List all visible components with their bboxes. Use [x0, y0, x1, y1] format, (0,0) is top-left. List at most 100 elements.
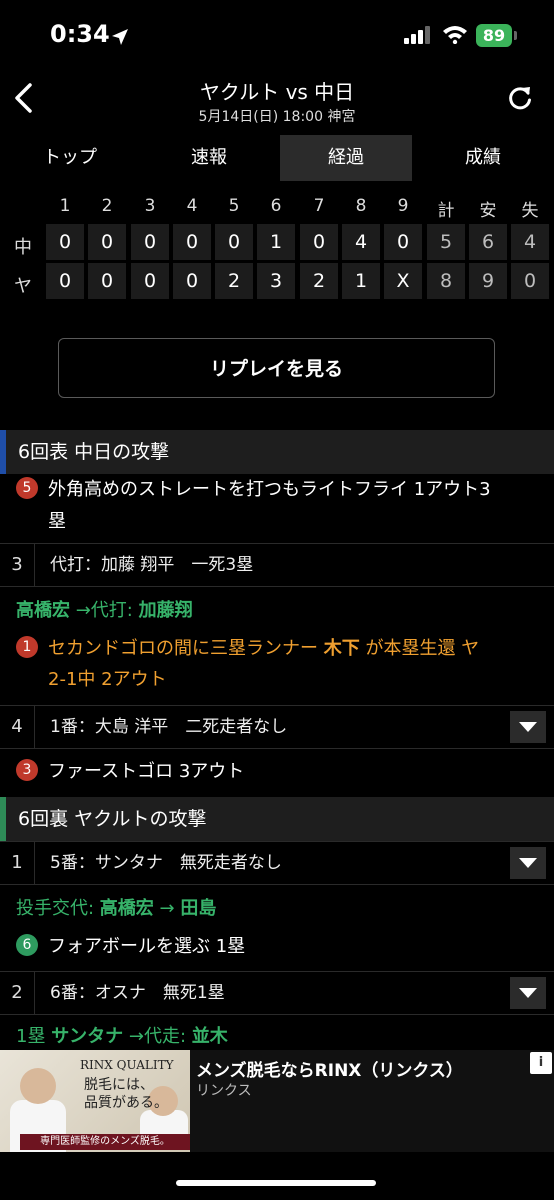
event-text: フォアボールを選ぶ 1塁 [48, 936, 246, 957]
at-bat-row[interactable]: 4 1番：大島 洋平 二死走者なし [0, 705, 554, 749]
pitcher-in: 田島 [180, 898, 217, 919]
total-hits-cell: 6 [469, 224, 507, 260]
score-cell: 0 [88, 263, 126, 299]
score-cell: 0 [46, 263, 84, 299]
event-text-continued: 塁 [48, 511, 66, 532]
runner-in: 並木 [191, 1026, 228, 1047]
sub-label: →代走: [123, 1026, 192, 1047]
inning-header: 8 [355, 196, 367, 216]
inning-header: 9 [397, 196, 409, 216]
score-cell: 1 [257, 224, 295, 260]
ad-info-icon[interactable]: i [530, 1052, 552, 1074]
score-cell: 0 [46, 224, 84, 260]
game-header: ヤクルト vs 中日 5月14日(日) 18:00 神宮 [0, 70, 554, 132]
event-text: が本塁生還 ヤ [359, 638, 480, 659]
battery-cap [514, 31, 517, 40]
hits-header: 安 [479, 201, 497, 221]
section-title: 6回表 中日の攻撃 [18, 441, 170, 463]
arrow-text: → [153, 898, 181, 919]
tab-top[interactable]: トップ [0, 135, 140, 181]
at-bat-text: 1番：大島 洋平 二死走者なし [50, 717, 288, 737]
at-bat-row[interactable]: 1 5番：サンタナ 無死走者なし [0, 841, 554, 885]
pitcher-out: 高橋宏 [99, 898, 154, 919]
score-cell: 0 [300, 224, 338, 260]
tab-live[interactable]: 速報 [140, 135, 278, 181]
status-time: 0:34 [50, 20, 110, 48]
event-text: 外角高めのストレートを打つもライトフライ 1アウト3 [48, 479, 491, 500]
tab-bar: トップ 速報 経過 成績 [0, 135, 554, 181]
pitch-count-badge: 6 [16, 934, 38, 956]
base-label: 1塁 [16, 1026, 52, 1047]
ad-copy-line: 脱毛には、 [84, 1077, 154, 1093]
play-event: 3 ファーストゴロ 3アウト [16, 756, 244, 788]
ad-brand-text: RINX QUALITY [80, 1058, 174, 1072]
out-count-badge: 1 [16, 636, 38, 658]
total-errors-cell: 0 [511, 263, 549, 299]
battery-level: 89 [476, 24, 512, 47]
at-bat-number: 3 [0, 544, 35, 586]
at-bat-text: 5番：サンタナ 無死走者なし [50, 853, 282, 873]
team-home: ヤ [14, 276, 32, 297]
ad-person-face [20, 1068, 56, 1104]
event-text: セカンドゴロの間に三塁ランナー [48, 638, 324, 659]
game-subtitle: 5月14日(日) 18:00 神宮 [198, 109, 356, 125]
ad-title[interactable]: メンズ脱毛ならRINX（リンクス） [196, 1056, 463, 1081]
at-bat-row[interactable]: 2 6番：オスナ 無死1塁 [0, 971, 554, 1015]
sub-label: →代打: [70, 600, 139, 621]
team-away: 中 [14, 237, 32, 258]
inning-header: 7 [313, 196, 325, 216]
score-cell: 3 [257, 263, 295, 299]
score-cell: X [384, 263, 422, 299]
section-accent-bar [0, 797, 6, 841]
runs-header: 計 [437, 201, 455, 221]
inning-header: 1 [59, 196, 71, 216]
score-cell: 2 [300, 263, 338, 299]
scoring-event: 1 セカンドゴロの間に三塁ランナー 木下 が本塁生還 ヤ [16, 633, 479, 665]
play-event: 5 外角高めのストレートを打つもライトフライ 1アウト3 [16, 474, 491, 506]
score-cell: 0 [215, 224, 253, 260]
section-title: 6回裏 ヤクルトの攻撃 [18, 808, 207, 830]
inning-header: 5 [228, 196, 240, 216]
runner-out: サンタナ [51, 1026, 124, 1047]
inning-header: 3 [144, 196, 156, 216]
errors-header: 失 [521, 201, 539, 221]
sub-player-out: 高橋宏 [16, 600, 70, 621]
at-bat-row[interactable]: 3 代打：加藤 翔平 一死3塁 [0, 543, 554, 587]
total-runs-cell: 5 [427, 224, 465, 260]
ad-advertiser: リンクス [196, 1083, 252, 1099]
total-runs-cell: 8 [427, 263, 465, 299]
total-errors-cell: 4 [511, 224, 549, 260]
expand-chevron-icon[interactable] [510, 711, 546, 743]
sub-player-in: 加藤翔 [138, 600, 193, 621]
score-cell: 0 [173, 263, 211, 299]
total-hits-cell: 9 [469, 263, 507, 299]
ad-banner[interactable]: RINX QUALITY 脱毛には、 品質がある。 専門医師監修のメンズ脱毛。 メ… [0, 1050, 554, 1152]
home-indicator[interactable] [176, 1180, 376, 1186]
tab-stats[interactable]: 成績 [412, 135, 554, 181]
refresh-icon[interactable] [506, 84, 534, 112]
ad-copy: 脱毛には、品質がある。 [84, 1076, 168, 1112]
substitution-event: 高橋宏 →代打: 加藤翔 [16, 595, 193, 627]
out-count-badge: 3 [16, 759, 38, 781]
at-bat-text: 6番：オスナ 無死1塁 [50, 983, 225, 1003]
at-bat-number: 1 [0, 842, 35, 884]
at-bat-text: 代打：加藤 翔平 一死3塁 [50, 555, 254, 575]
play-event: 6 フォアボールを選ぶ 1塁 [16, 931, 245, 963]
score-cell: 0 [173, 224, 211, 260]
ad-copy-line: 品質がある。 [84, 1095, 168, 1111]
event-text-continued: 2-1中 2アウト [48, 669, 167, 690]
event-text: ファーストゴロ 3アウト [48, 761, 245, 782]
tab-progress[interactable]: 経過 [280, 135, 412, 181]
replay-button[interactable]: リプレイを見る [58, 338, 495, 398]
runner-name: 木下 [323, 638, 360, 659]
cellular-signal-icon [404, 26, 430, 44]
game-title: ヤクルト vs 中日 [199, 80, 355, 104]
pitcher-change-event: 投手交代: 高橋宏 → 田島 [16, 893, 216, 925]
expand-chevron-icon[interactable] [510, 847, 546, 879]
at-bat-number: 2 [0, 972, 35, 1014]
ad-image[interactable]: RINX QUALITY 脱毛には、 品質がある。 専門医師監修のメンズ脱毛。 [0, 1050, 190, 1152]
inning-header: 2 [101, 196, 113, 216]
score-cell: 1 [342, 263, 380, 299]
expand-chevron-icon[interactable] [510, 977, 546, 1009]
at-bat-number: 4 [0, 706, 35, 748]
